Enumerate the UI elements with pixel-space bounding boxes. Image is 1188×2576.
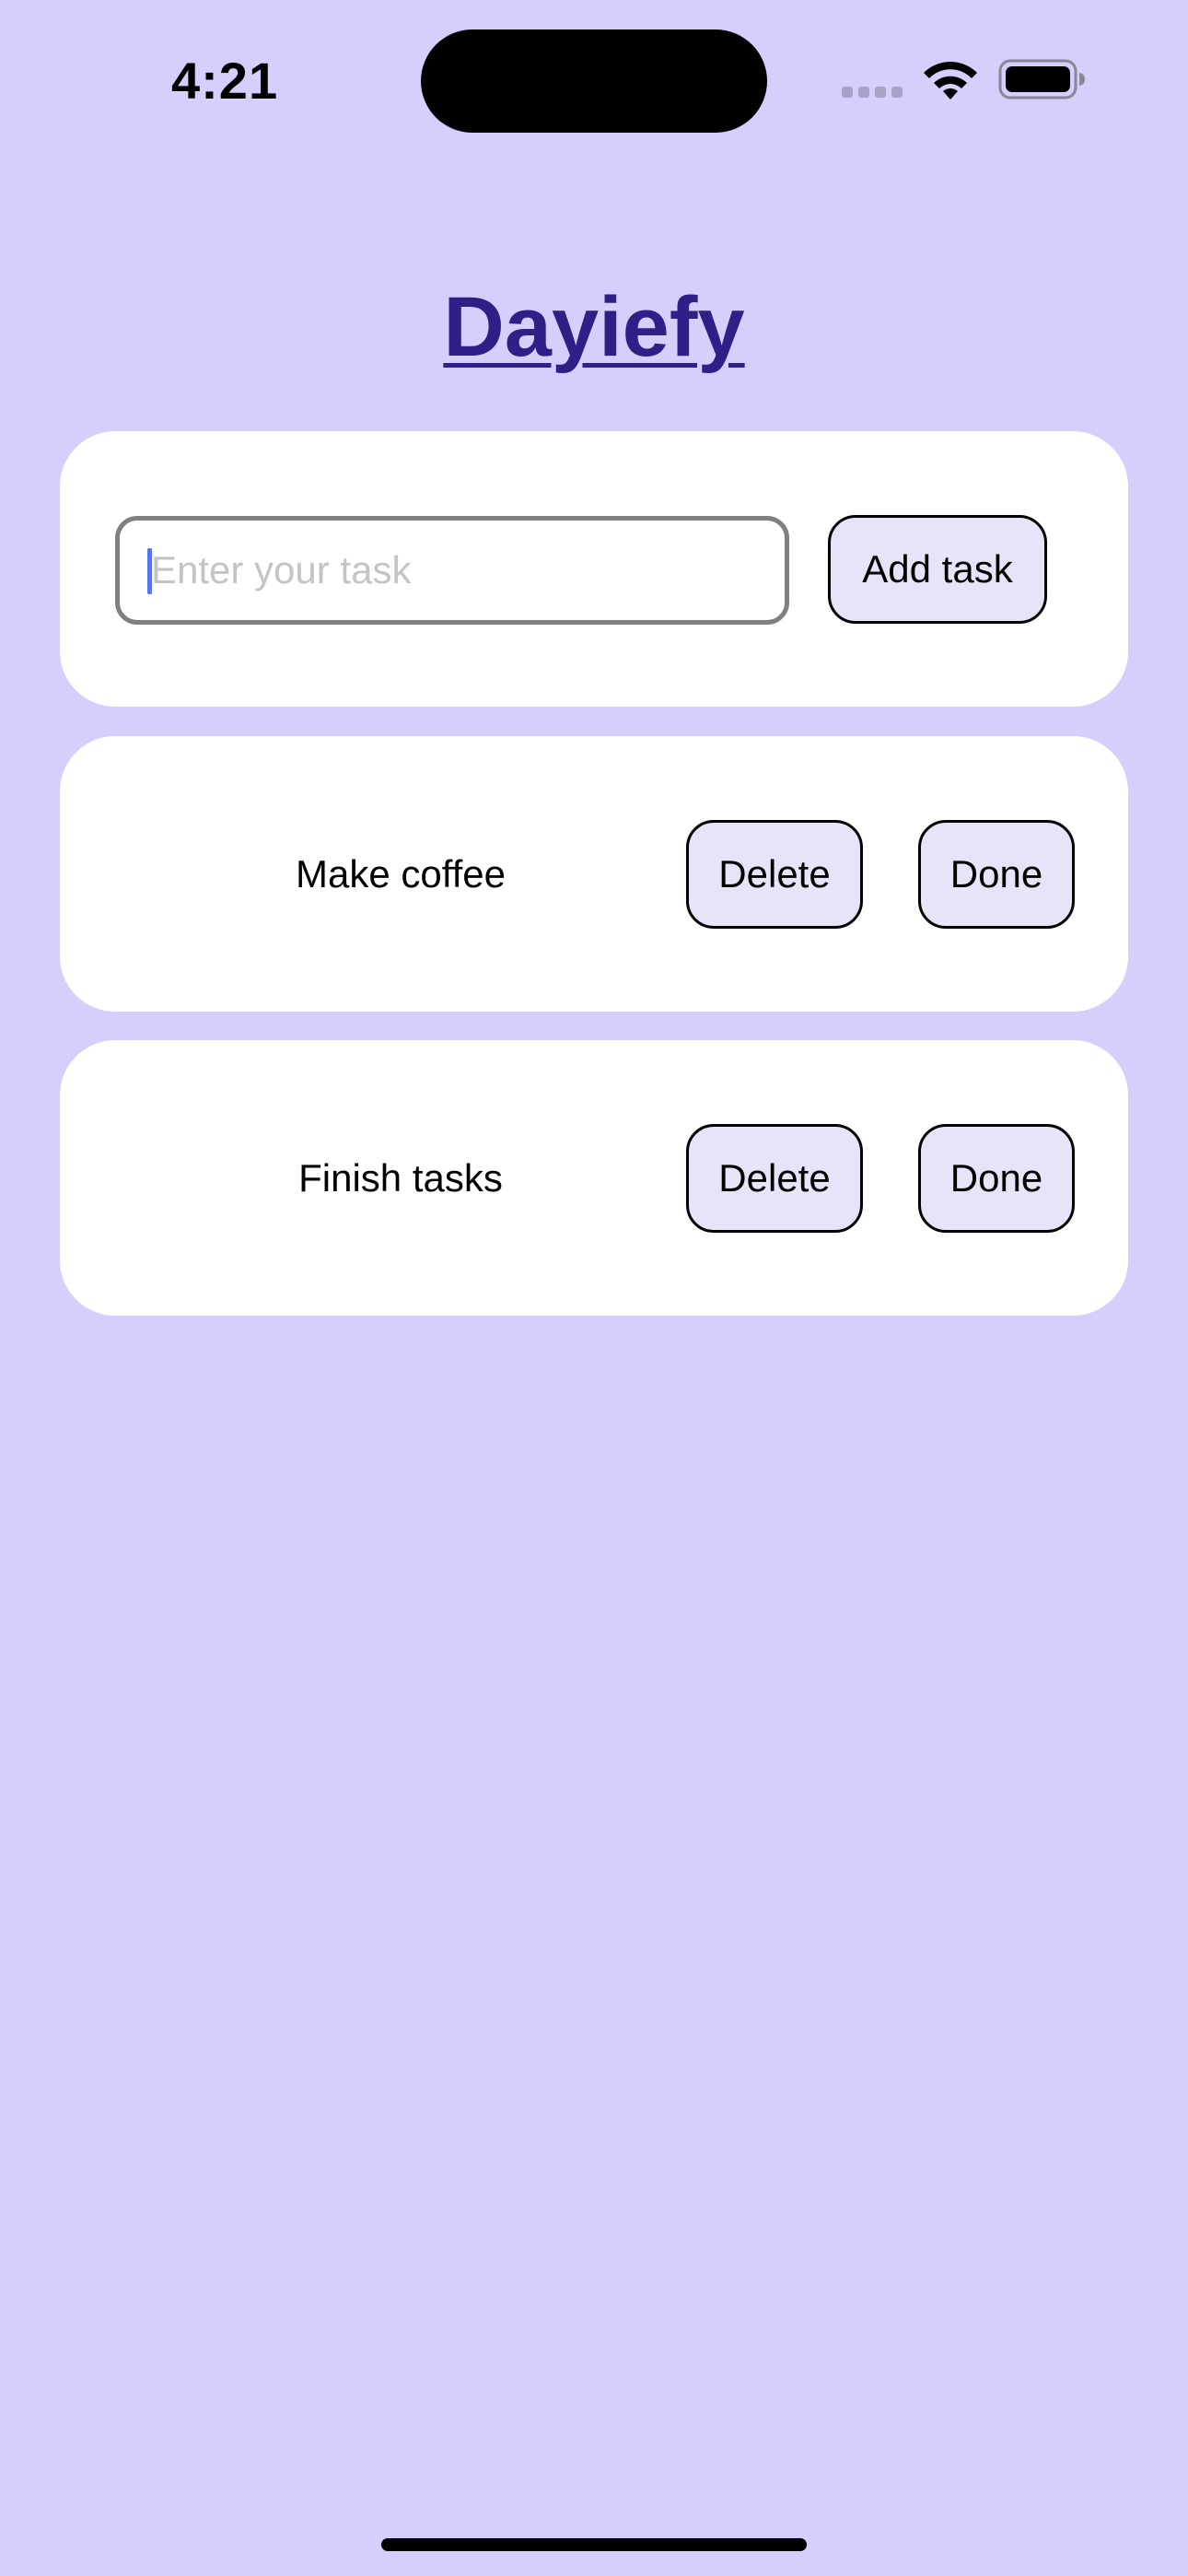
signal-icon [842, 84, 904, 99]
task-input[interactable] [115, 516, 789, 625]
delete-task-button[interactable]: Delete [686, 820, 863, 929]
text-caret [147, 548, 152, 594]
status-time: 4:21 [171, 52, 279, 110]
battery-icon [998, 59, 1085, 100]
task-label: Finish tasks [298, 1156, 503, 1200]
done-task-button[interactable]: Done [918, 1124, 1075, 1233]
task-card: Make coffee Delete Done [60, 736, 1128, 1012]
delete-task-button[interactable]: Delete [686, 1124, 863, 1233]
add-task-button[interactable]: Add task [828, 515, 1047, 624]
task-label: Make coffee [295, 852, 507, 896]
done-task-button[interactable]: Done [918, 820, 1075, 929]
app-title[interactable]: Dayiefy [0, 272, 1188, 382]
home-indicator[interactable] [381, 2538, 807, 2551]
wifi-icon [924, 61, 977, 100]
task-input-card: Add task [60, 431, 1128, 707]
dynamic-island [421, 29, 767, 133]
task-card: Finish tasks Delete Done [60, 1040, 1128, 1316]
